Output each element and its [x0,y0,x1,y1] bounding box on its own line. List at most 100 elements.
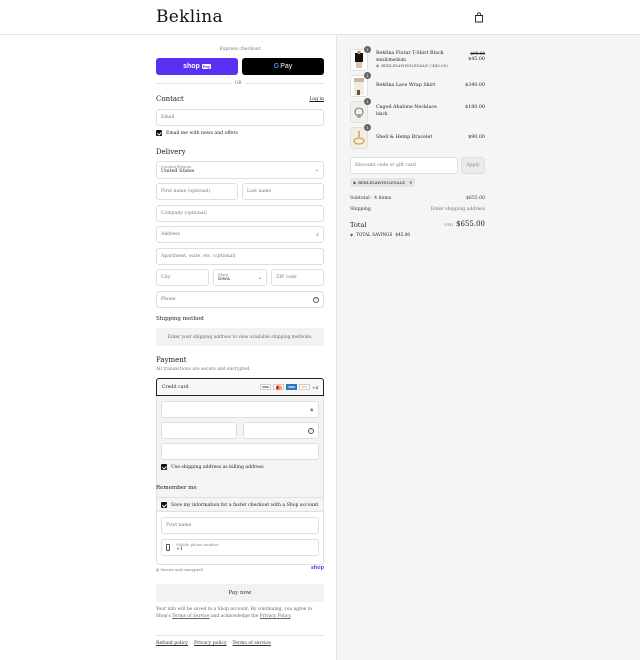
quantity-badge: 1 [364,124,371,131]
pay-now-button[interactable]: Pay now [156,584,324,602]
privacy-policy-link[interactable]: Privacy Policy [260,614,290,619]
payment-heading: Payment [156,356,187,364]
cart-item-name: Shell & Hemp Bracelet [376,135,433,140]
remember-first-name-field[interactable]: First name [161,517,319,534]
quantity-badge: 1 [364,98,371,105]
total-value: $655.00 [456,220,485,228]
mobile-phone-field[interactable]: Mobile phone number +1 [161,539,319,556]
visa-icon: VISA [260,384,272,390]
address-field[interactable]: Address ⌕ [156,226,324,243]
apartment-field[interactable]: Apartment, suite, etc. (optional) [156,248,324,265]
lock-icon: 🔒︎ [310,406,313,413]
phone-field[interactable]: Phone ? [156,291,324,308]
billing-checkbox[interactable] [161,464,167,470]
footer-privacy-link[interactable]: Privacy policy [194,641,227,646]
header: Beklina [0,0,640,35]
login-link[interactable]: Log in [309,97,324,102]
cart-item-price: $90.00 [468,135,485,140]
first-name-field[interactable]: First name (optional) [156,183,238,200]
cart-item-variant: small/medium [376,57,406,62]
search-icon: ⌕ [316,231,319,238]
delivery-heading: Delivery [156,148,186,156]
secure-badge: ◍ Secure and encrypted [156,567,203,572]
tag-icon: ◈ [350,232,354,237]
cart-item-old-price: $90.00 [470,51,485,56]
express-checkout-label: Express checkout [219,47,261,52]
credit-card-option[interactable]: Credit card VISA AMEX DISC +4 [156,378,324,396]
product-image-tshirt: 1 [350,46,371,71]
cart-item-name: Beklina Flotar T-Shirt Black [376,51,444,56]
refund-policy-link[interactable]: Refund policy [156,641,188,646]
mastercard-icon [273,384,285,390]
shop-pay-button[interactable]: shop Pay [156,58,238,75]
quantity-badge: 1 [364,46,371,53]
or-separator: OR [232,80,245,85]
cart-item-price: $45.00 [468,57,485,62]
applied-discount-tag: ◈ BEKLINAWHOLESALE ✕ [350,178,416,187]
remove-discount-icon[interactable]: ✕ [409,180,412,185]
terms-of-service-link[interactable]: Terms of Service [172,614,209,619]
product-image-skirt: 1 [350,72,371,97]
city-field[interactable]: City [156,269,209,286]
discount-input[interactable]: Discount code or gift card [350,157,458,174]
quantity-badge: 1 [364,72,371,79]
subtotal-value: $655.00 [466,196,485,201]
billing-checkbox-row[interactable]: Use shipping address as billing address [161,464,264,470]
zip-field[interactable]: ZIP code [271,269,324,286]
cart-item-name: Beklina Lace Wrap Skirt [376,83,436,88]
country-select[interactable]: Country/Region United States ⌄ [156,161,324,179]
help-icon[interactable]: ? [313,296,319,303]
shipping-placeholder: Enter your shipping address to view avai… [156,328,324,346]
save-info-checkbox-row[interactable]: Save my information for a faster checkou… [161,502,318,508]
chevron-down-icon: ⌄ [314,167,319,173]
total-label: Total [350,221,367,229]
footer-divider [156,635,324,636]
mobile-icon [166,544,170,551]
payment-subtitle: All transactions are secure and encrypte… [156,367,251,372]
tag-icon: ◈ [353,180,357,185]
chevron-down-icon: ⌄ [257,275,262,281]
order-summary: 1 Beklina Flotar T-Shirt Black small/med… [336,35,640,660]
more-cards-count: +4 [312,384,318,390]
state-select[interactable]: State Iowa ⌄ [213,269,267,286]
discover-icon: DISC [299,384,311,390]
news-checkbox[interactable] [156,130,162,136]
name-on-card-field[interactable] [161,443,319,460]
shield-icon: ◍ [156,567,160,572]
total-savings: ◈ TOTAL SAVINGS $45.00 [350,232,411,237]
product-image-bracelet: 1 [350,124,371,149]
save-info-checkbox[interactable] [161,502,167,508]
shipping-method-heading: Shipping method [156,316,204,322]
footer-terms-link[interactable]: Terms of service [233,641,271,646]
news-checkbox-row[interactable]: Email me with news and offers [156,130,238,136]
email-field[interactable]: Email [156,109,324,126]
contact-heading: Contact [156,95,184,103]
shipping-value: Enter shipping address [430,207,485,212]
cart-item-discount: ◈ BEKLINAWHOLESALE (-$45.00) [376,63,448,68]
currency-code: USD [444,222,454,227]
shop-logo: shop [310,565,324,571]
subtotal-label: Subtotal · 4 items [350,196,392,201]
security-code-field[interactable]: ? [243,422,319,439]
remember-me-heading: Remember me [156,485,197,491]
google-pay-button[interactable]: G Pay [242,58,324,75]
cart-item-price: $180.00 [465,105,485,110]
legal-text: Your info will be saved to a Shop accoun… [156,607,313,620]
total-amount: USD $655.00 [444,220,485,228]
help-icon[interactable]: ? [308,427,314,434]
footer-links: Refund policy Privacy policy Terms of se… [156,641,271,646]
amex-icon: AMEX [286,384,298,390]
product-image-necklace: 1 [350,98,371,123]
cart-item-price: $340.00 [465,83,485,88]
cart-item-name: Caged Abalone Necklace [376,105,437,110]
company-field[interactable]: Company (optional) [156,205,324,222]
cart-item-variant: black [376,111,388,116]
google-icon: G [273,63,280,70]
tag-icon: ◈ [376,63,380,68]
store-logo[interactable]: Beklina [156,7,223,27]
last-name-field[interactable]: Last name [242,183,324,200]
shopping-bag-icon[interactable] [474,12,484,23]
card-number-field[interactable]: 🔒︎ [161,401,319,418]
apply-button[interactable]: Apply [461,157,485,174]
expiry-field[interactable] [161,422,237,439]
